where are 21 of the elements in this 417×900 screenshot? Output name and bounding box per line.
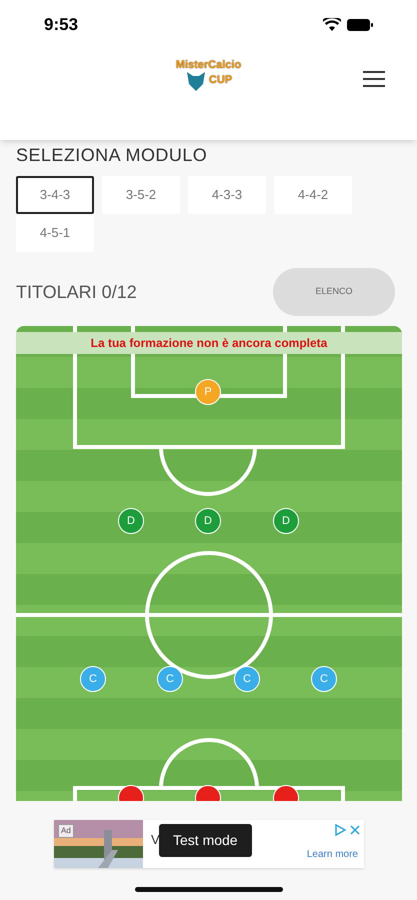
test-mode-label: Test mode (159, 824, 252, 857)
ad-badge: Ad (58, 824, 74, 838)
wifi-icon (323, 18, 341, 32)
ad-choices-icon[interactable] (334, 824, 346, 836)
formation-option[interactable]: 3-5-2 (102, 176, 180, 214)
lineup-title: TITOLARI 0/12 (16, 280, 137, 304)
close-icon[interactable] (350, 825, 360, 835)
section-title: SELEZIONA MODULO (16, 146, 208, 164)
formation-option[interactable]: 3-4-3 (16, 176, 94, 214)
menu-icon[interactable] (363, 70, 385, 88)
formation-option[interactable]: 4-5-1 (16, 214, 94, 252)
formation-option[interactable]: 4-3-3 (188, 176, 266, 214)
warning-banner: La tua formazione non è ancora completa (16, 332, 402, 354)
ad-title: V (151, 831, 160, 849)
ad-banner[interactable]: Ad V Test mode Learn more (54, 820, 364, 868)
logo: MisterCalcio CUP (176, 60, 242, 92)
list-button[interactable]: ELENCO (273, 268, 395, 316)
formation-option[interactable]: 4-4-2 (274, 176, 352, 214)
learn-more-link[interactable]: Learn more (306, 847, 358, 862)
battery-icon (347, 18, 373, 31)
status-time: 9:53 (44, 14, 78, 36)
